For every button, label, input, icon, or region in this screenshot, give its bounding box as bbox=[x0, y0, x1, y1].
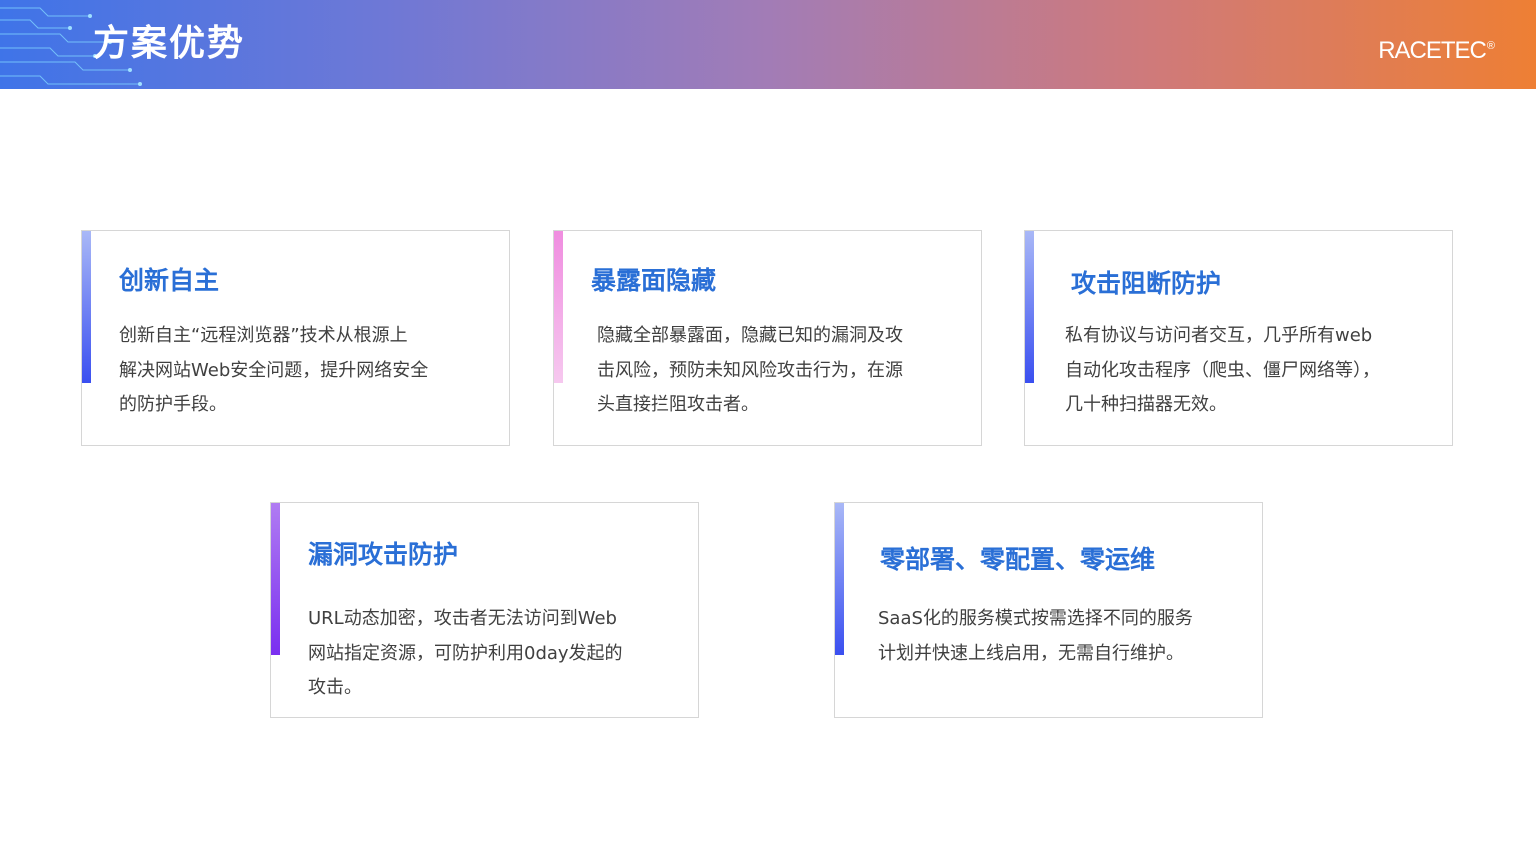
card-description: 隐藏全部暴露面，隐藏已知的漏洞及攻 击风险，预防未知风险攻击行为，在源 头直接拦… bbox=[597, 319, 957, 423]
card-title: 暴露面隐藏 bbox=[591, 266, 717, 295]
description-line: 解决网站Web安全问题，提升网络安全 bbox=[119, 359, 429, 381]
header-banner: 方案优势 RACETEC® bbox=[0, 0, 1536, 89]
advantage-card-innovation: 创新自主 创新自主“远程浏览器”技术从根源上 解决网站Web安全问题，提升网络安… bbox=[81, 230, 510, 446]
advantage-card-vulnerability-protection: 漏洞攻击防护 URL动态加密，攻击者无法访问到Web 网站指定资源，可防护利用0… bbox=[270, 502, 699, 718]
description-line: URL动态加密，攻击者无法访问到Web bbox=[308, 608, 617, 629]
card-title: 零部署、零配置、零运维 bbox=[880, 545, 1156, 574]
description-line: 自动化攻击程序（爬虫、僵尸网络等）， bbox=[1065, 359, 1380, 381]
description-line: 计划并快速上线启用，无需自行维护。 bbox=[878, 642, 1184, 664]
description-line: 的防护手段。 bbox=[119, 394, 227, 415]
description-line: 隐藏全部暴露面，隐藏已知的漏洞及攻 bbox=[597, 325, 903, 346]
page-title: 方案优势 bbox=[93, 23, 246, 64]
racetec-logo: RACETEC® bbox=[1378, 31, 1495, 66]
logo-text: RACETEC bbox=[1378, 37, 1487, 64]
advantage-card-attack-blocking: 攻击阻断防护 私有协议与访问者交互，几乎所有web 自动化攻击程序（爬虫、僵尸网… bbox=[1024, 230, 1453, 446]
advantage-card-exposure-hiding: 暴露面隐藏 隐藏全部暴露面，隐藏已知的漏洞及攻 击风险，预防未知风险攻击行为，在… bbox=[553, 230, 982, 446]
description-line: 私有协议与访问者交互，几乎所有web bbox=[1065, 325, 1373, 346]
description-line: 攻击。 bbox=[308, 677, 362, 698]
description-line: 击风险，预防未知风险攻击行为，在源 bbox=[597, 359, 903, 381]
description-line: 创新自主“远程浏览器”技术从根源上 bbox=[119, 325, 408, 346]
card-accent-bar bbox=[82, 231, 91, 383]
advantage-card-zero-ops: 零部署、零配置、零运维 SaaS化的服务模式按需选择不同的服务 计划并快速上线启… bbox=[834, 502, 1263, 718]
card-title: 漏洞攻击防护 bbox=[308, 540, 459, 569]
description-line: 头直接拦阻攻击者。 bbox=[597, 394, 759, 415]
card-title: 攻击阻断防护 bbox=[1071, 269, 1222, 298]
card-accent-bar bbox=[835, 503, 844, 655]
card-description: SaaS化的服务模式按需选择不同的服务 计划并快速上线启用，无需自行维护。 bbox=[878, 602, 1248, 671]
card-accent-bar bbox=[271, 503, 280, 655]
card-accent-bar bbox=[1025, 231, 1034, 383]
description-line: 网站指定资源，可防护利用0day发起的 bbox=[308, 642, 623, 664]
card-description: 私有协议与访问者交互，几乎所有web 自动化攻击程序（爬虫、僵尸网络等）， 几十… bbox=[1065, 319, 1445, 423]
card-description: 创新自主“远程浏览器”技术从根源上 解决网站Web安全问题，提升网络安全 的防护… bbox=[119, 319, 479, 423]
description-line: 几十种扫描器无效。 bbox=[1065, 394, 1227, 415]
description-line: SaaS化的服务模式按需选择不同的服务 bbox=[878, 608, 1193, 629]
card-accent-bar bbox=[554, 231, 563, 383]
card-description: URL动态加密，攻击者无法访问到Web 网站指定资源，可防护利用0day发起的 … bbox=[308, 602, 668, 706]
registered-mark: ® bbox=[1486, 40, 1495, 52]
card-title: 创新自主 bbox=[119, 266, 220, 295]
